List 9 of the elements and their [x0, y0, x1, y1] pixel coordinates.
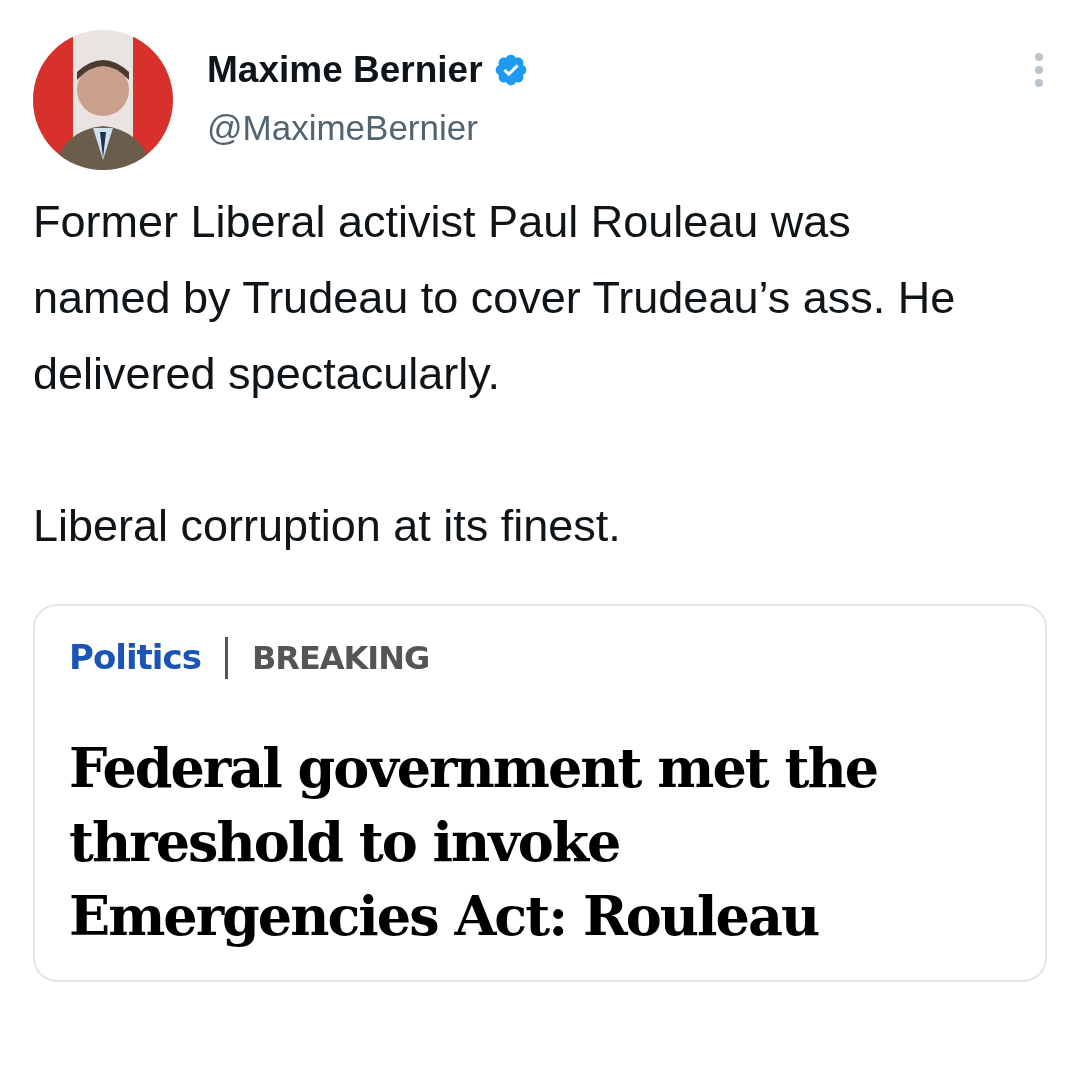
section-label: Politics — [69, 636, 201, 679]
tweet-text: Liberal corruption at its finest. — [33, 499, 622, 553]
link-card[interactable]: Politics BREAKING Federal government met the threshold to invoke Emergencies Act: Rouleau — [33, 604, 1047, 982]
breaking-label: BREAKING — [251, 637, 430, 679]
article-headline: Federal government met the threshold to invoke Emergencies Act: Rouleau — [69, 735, 879, 950]
author-name: Maxime Bernier — [207, 48, 483, 92]
tweet-text: Former Liberal activist Paul Rouleau was named by Trudeau to cover Trudeau’s ass. He delivered spectacularly. — [33, 195, 957, 401]
more-options-icon[interactable] — [1034, 52, 1044, 88]
author-handle: @MaximeBernier — [207, 107, 479, 149]
